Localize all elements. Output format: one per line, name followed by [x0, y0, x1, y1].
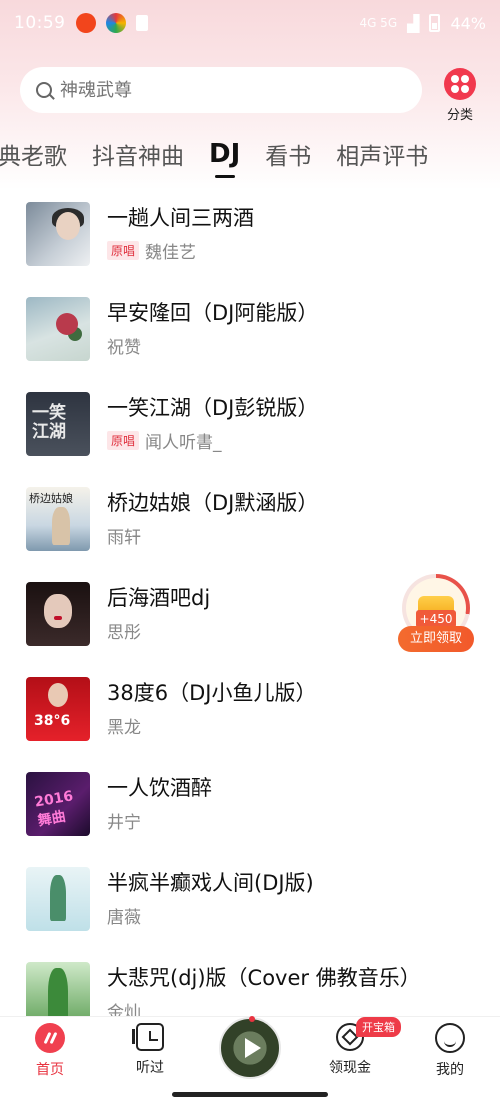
list-item[interactable]: 一趟人间三两酒 原唱 魏佳艺	[0, 186, 500, 281]
category-tabs: 典老歌 抖音神曲 DJ 看书 相声评书	[0, 132, 453, 176]
list-item[interactable]: 半疯半癫戏人间(DJ版) 唐薇	[0, 851, 500, 946]
song-artist: 闻人听書_	[145, 433, 222, 453]
status-bar: 10:59 4G 5G ▟ 44%	[0, 0, 500, 46]
tab-crosstalk[interactable]: 相声评书	[336, 137, 428, 171]
status-left: 10:59	[14, 13, 148, 33]
song-artist: 黑龙	[107, 718, 141, 738]
song-artist: 井宁	[107, 813, 141, 833]
song-title: 半疯半癫戏人间(DJ版)	[107, 871, 314, 895]
song-cover	[26, 296, 90, 361]
grid-icon	[444, 68, 476, 100]
song-artist: 思彤	[107, 623, 141, 643]
status-right: 4G 5G ▟ 44%	[359, 14, 486, 33]
category-button[interactable]: 分类	[438, 68, 482, 123]
nav-me-label: 我的	[436, 1062, 464, 1078]
song-cover	[26, 201, 90, 266]
playback-progress-dot	[249, 1016, 255, 1022]
list-item[interactable]: 38°6 38度6（DJ小鱼儿版） 黑龙	[0, 661, 500, 756]
list-item[interactable]: 2016 舞曲 一人饮酒醉 井宁	[0, 756, 500, 851]
song-title: 一人饮酒醉	[107, 776, 212, 800]
list-item[interactable]: 一笑 江湖 一笑江湖（DJ彭锐版） 原唱 闻人听書_	[0, 376, 500, 471]
home-icon	[35, 1023, 65, 1053]
reward-widget[interactable]: +450 立即领取	[398, 574, 474, 654]
list-item[interactable]: 桥边姑娘 桥边姑娘（DJ默涵版） 雨轩	[0, 471, 500, 566]
cover-text: 2016 舞曲	[33, 787, 75, 829]
profile-icon	[435, 1023, 465, 1053]
cover-text: 桥边姑娘	[29, 491, 73, 505]
category-label: 分类	[446, 108, 473, 123]
tab-classic-oldies[interactable]: 典老歌	[0, 137, 67, 171]
song-title: 后海酒吧dj	[107, 586, 211, 610]
song-artist: 金灿	[107, 1003, 141, 1016]
search-icon	[36, 82, 52, 98]
nav-history[interactable]: 听过	[120, 1023, 180, 1077]
battery-icon	[429, 14, 441, 32]
tab-douyin-hits[interactable]: 抖音神曲	[92, 137, 184, 171]
app-notification-icon	[75, 13, 96, 33]
song-cover	[26, 961, 90, 1016]
home-indicator[interactable]	[172, 1092, 328, 1097]
nav-earn-label: 领现金	[329, 1060, 371, 1076]
nav-home[interactable]: 首页	[20, 1023, 80, 1079]
tab-dj[interactable]: DJ	[209, 139, 240, 169]
file-notification-icon	[135, 15, 148, 31]
song-cover	[26, 581, 90, 646]
battery-level: 44%	[450, 13, 486, 33]
list-item[interactable]: 大悲咒(dj)版（Cover 佛教音乐） 金灿	[0, 946, 500, 1016]
song-title: 大悲咒(dj)版（Cover 佛教音乐）	[107, 966, 421, 990]
tab-books[interactable]: 看书	[265, 137, 311, 171]
search-bar[interactable]	[20, 67, 422, 113]
song-title: 38度6（DJ小鱼儿版）	[107, 681, 317, 705]
song-cover: 一笑 江湖	[26, 391, 90, 456]
song-title: 一笑江湖（DJ彭锐版）	[107, 396, 319, 420]
nav-me[interactable]: 我的	[420, 1023, 480, 1079]
song-artist: 祝赞	[107, 338, 141, 358]
song-title: 一趟人间三两酒	[107, 206, 254, 230]
play-icon	[245, 1038, 261, 1058]
search-input[interactable]	[60, 79, 380, 101]
now-playing-disc[interactable]	[219, 1016, 281, 1079]
original-badge: 原唱	[107, 241, 140, 260]
song-cover: 2016 舞曲	[26, 771, 90, 836]
status-time: 10:59	[14, 13, 66, 33]
treasure-badge[interactable]: 开宝箱	[356, 1017, 401, 1037]
song-artist: 唐薇	[107, 908, 141, 928]
list-item[interactable]: 早安隆回（DJ阿能版） 祝赞	[0, 281, 500, 376]
nav-history-label: 听过	[136, 1060, 164, 1076]
song-artist: 魏佳艺	[145, 243, 197, 263]
nav-home-label: 首页	[36, 1062, 64, 1078]
app-notification-icon	[105, 13, 126, 33]
song-cover: 38°6	[26, 676, 90, 741]
network-label: 4G 5G	[359, 16, 398, 30]
cover-text: 一笑 江湖	[32, 402, 66, 442]
signal-icon: ▟	[407, 13, 420, 33]
song-title: 桥边姑娘（DJ默涵版）	[107, 491, 319, 515]
song-cover: 桥边姑娘	[26, 486, 90, 551]
cover-text: 38°6	[34, 712, 71, 729]
song-artist: 雨轩	[107, 528, 141, 548]
original-badge: 原唱	[107, 431, 140, 450]
song-title: 早安隆回（DJ阿能版）	[107, 301, 319, 325]
history-icon	[132, 1023, 164, 1051]
claim-reward-button[interactable]: 立即领取	[398, 626, 474, 652]
song-cover	[26, 866, 90, 931]
